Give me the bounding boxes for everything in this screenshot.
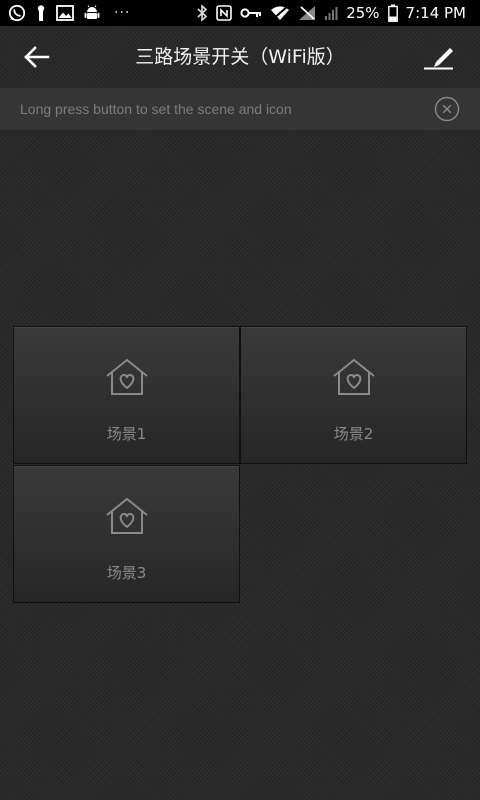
scene-grid: 场景1 场景2 场景3 (13, 326, 467, 604)
hint-close-button[interactable] (434, 96, 460, 122)
scene-label: 场景1 (106, 425, 147, 443)
more-dots-icon: ··· (114, 5, 131, 21)
close-circle-icon (434, 96, 460, 122)
toolbar: 三路场景开关（WiFi版） (0, 26, 480, 88)
scene-button-1[interactable]: 场景1 (13, 326, 240, 464)
nfc-icon (216, 5, 233, 21)
status-time: 7:14 PM (405, 4, 466, 22)
battery-icon (387, 4, 398, 22)
status-right: 25% 7:14 PM (196, 2, 466, 24)
scene-button-3[interactable]: 场景3 (13, 465, 240, 603)
house-heart-icon (333, 358, 375, 395)
signal-icon (325, 7, 338, 20)
back-button[interactable] (20, 41, 54, 73)
hint-text: Long press button to set the scene and i… (20, 101, 292, 117)
house-heart-icon (106, 358, 148, 395)
status-bar: ··· 25% 7:14 PM (0, 0, 480, 26)
scene-label: 场景2 (333, 425, 374, 443)
edit-pen-icon (424, 48, 453, 70)
house-heart-icon (106, 497, 148, 534)
key-icon (37, 5, 45, 21)
screen: ··· 25% 7:14 PM 三路场景开关（WiFi版） Long press… (0, 0, 480, 800)
status-left: ··· (8, 2, 130, 24)
bluetooth-icon (197, 4, 208, 22)
image-icon (56, 5, 74, 21)
android-icon (84, 5, 100, 19)
page-title: 三路场景开关（WiFi版） (135, 46, 345, 68)
battery-percent: 25% (346, 4, 380, 22)
hint-bar: Long press button to set the scene and i… (0, 88, 480, 130)
arrow-left-icon (24, 46, 50, 68)
edit-button[interactable] (422, 40, 456, 74)
wifi-icon (271, 5, 290, 21)
scene-label: 场景3 (106, 564, 147, 582)
no-signal-icon (299, 6, 316, 20)
scene-button-2[interactable]: 场景2 (240, 326, 467, 464)
vpn-key-icon (240, 8, 262, 18)
whatsapp-icon (8, 4, 26, 22)
